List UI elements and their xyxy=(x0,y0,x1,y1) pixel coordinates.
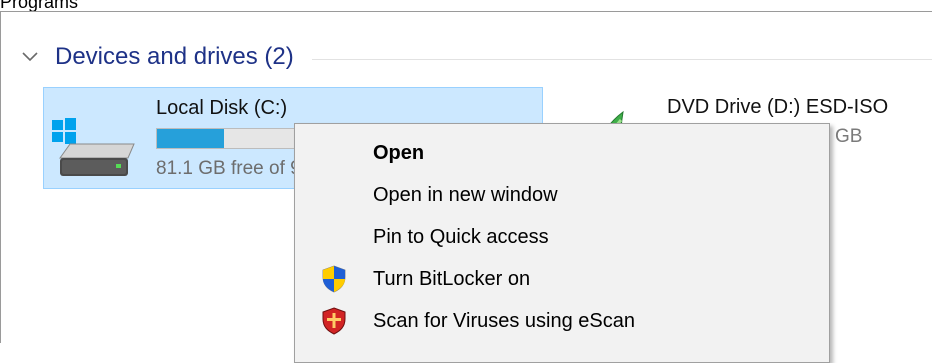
menu-icon-slot xyxy=(295,131,373,175)
hard-drive-icon xyxy=(52,118,135,176)
menu-icon-slot xyxy=(295,215,373,259)
devices-group-header[interactable]: Devices and drives (2) xyxy=(21,42,932,72)
menu-item-open[interactable]: Open xyxy=(295,131,829,175)
disk-usage-fill xyxy=(157,129,225,148)
top-cut-label: Programs xyxy=(0,0,79,12)
menu-item-bitlocker[interactable]: Turn BitLocker on xyxy=(295,257,829,301)
uac-shield-icon xyxy=(295,257,373,301)
menu-label-open: Open xyxy=(373,141,425,164)
dvd-drive-name: DVD Drive (D:) ESD-ISO xyxy=(667,96,889,118)
menu-item-escan[interactable]: Scan for Viruses using eScan xyxy=(295,299,829,343)
group-title: Devices and drives (2) xyxy=(55,43,294,70)
menu-label-escan: Scan for Viruses using eScan xyxy=(373,309,636,332)
menu-item-open-new-window[interactable]: Open in new window xyxy=(295,173,829,217)
menu-label-pin-quick-access: Pin to Quick access xyxy=(373,225,549,248)
escan-shield-icon xyxy=(295,299,373,343)
chevron-down-icon[interactable] xyxy=(21,48,39,66)
menu-label-open-new-window: Open in new window xyxy=(373,183,558,206)
menu-icon-slot xyxy=(295,173,373,217)
context-menu: Open Open in new window Pin to Quick acc… xyxy=(294,123,830,363)
menu-item-pin-quick-access[interactable]: Pin to Quick access xyxy=(295,215,829,259)
menu-label-bitlocker: Turn BitLocker on xyxy=(373,267,531,290)
local-disk-name: Local Disk (C:) xyxy=(156,97,288,119)
group-divider xyxy=(311,58,932,60)
